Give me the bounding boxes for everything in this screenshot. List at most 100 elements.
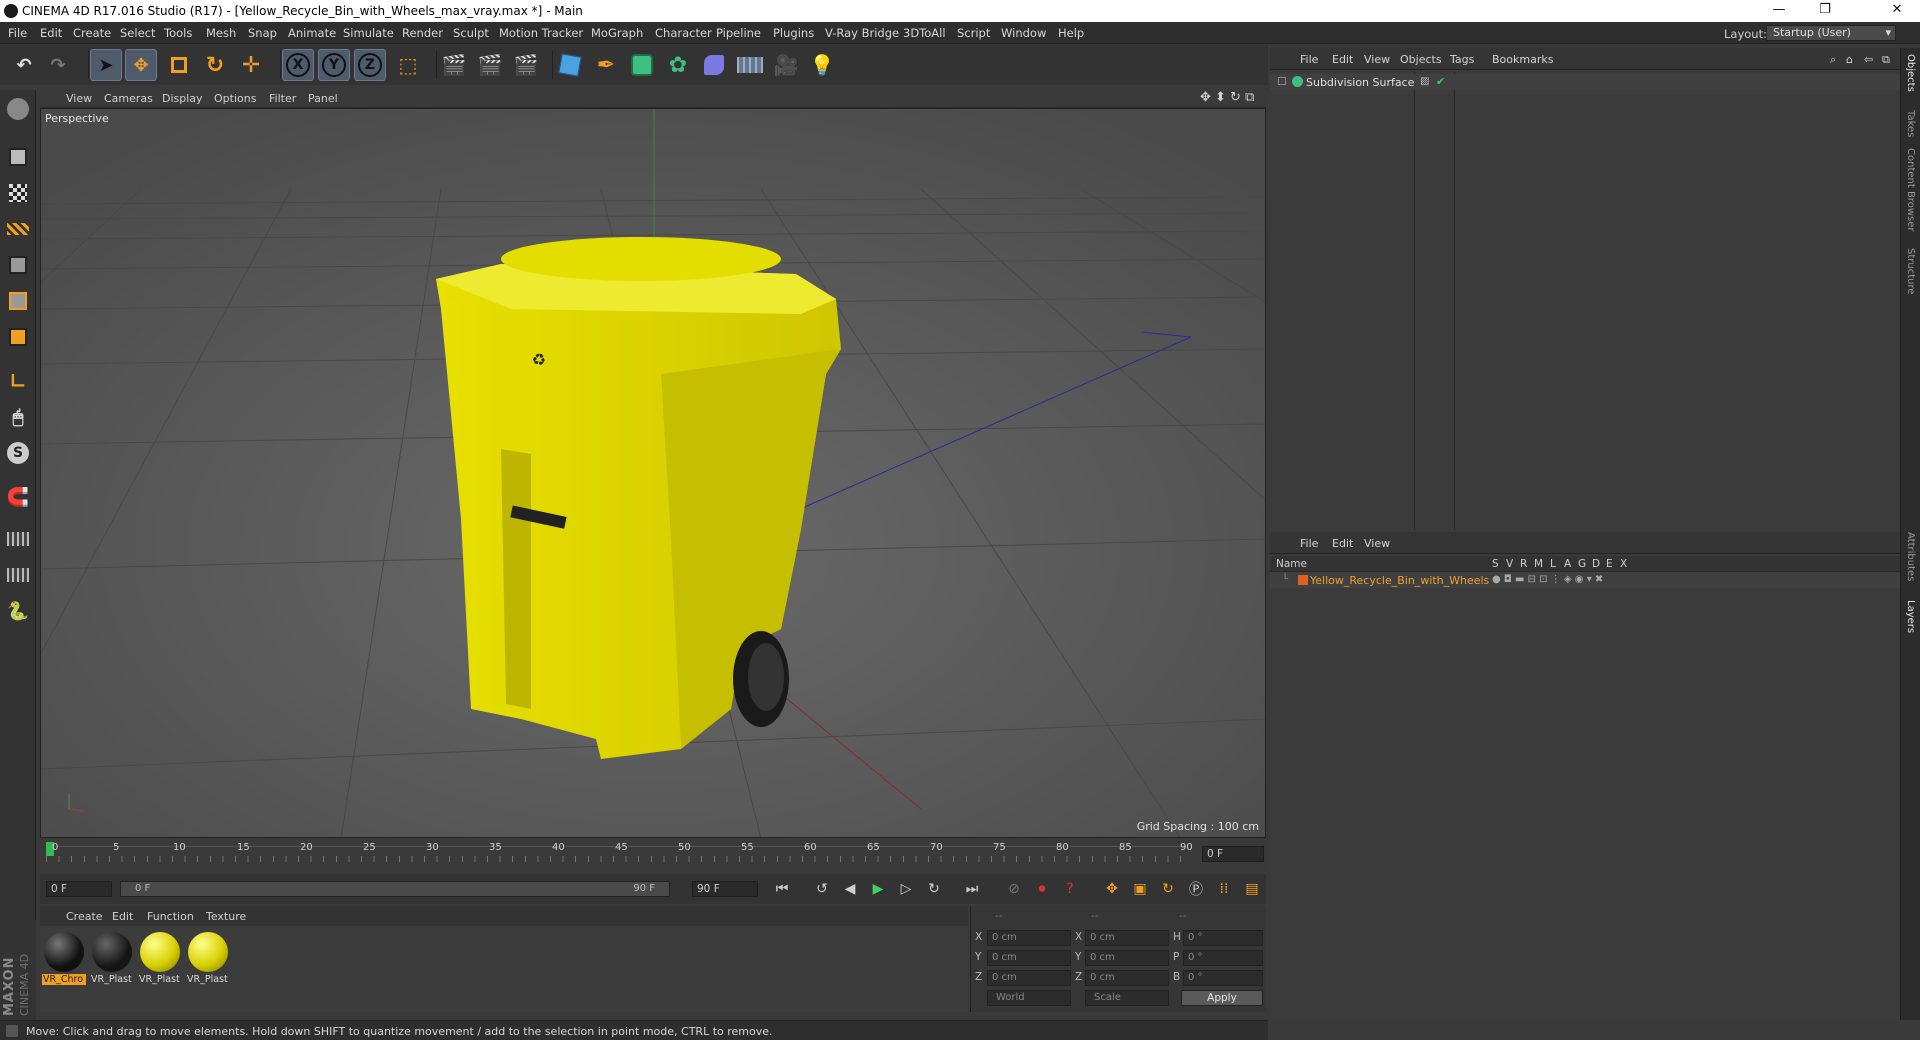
object-row-subdivision-surface[interactable]: Subdivision Surface ▨ ✔ bbox=[1270, 74, 1900, 90]
undo-button[interactable]: ↶ bbox=[8, 49, 40, 81]
viewport-menu-view[interactable]: View bbox=[66, 92, 92, 105]
material-menu-texture[interactable]: Texture bbox=[206, 910, 246, 923]
size-mode-dropdown[interactable]: Scale bbox=[1085, 990, 1169, 1006]
scale-tool-button[interactable] bbox=[163, 49, 195, 81]
menu-mograph[interactable]: MoGraph bbox=[591, 26, 643, 40]
material-menu-edit[interactable]: Edit bbox=[112, 910, 133, 923]
rotation-h-field[interactable]: 0 ° bbox=[1183, 930, 1263, 946]
size-x-field[interactable]: 0 cm bbox=[1085, 930, 1169, 946]
render-view-button[interactable]: 🎬 bbox=[438, 49, 470, 81]
spline-pen-button[interactable]: ✒ bbox=[590, 49, 622, 81]
position-z-field[interactable]: 0 cm bbox=[987, 970, 1071, 986]
side-tab-content-browser[interactable]: Content Browser bbox=[1905, 148, 1916, 231]
object-menu-bookmarks[interactable]: Bookmarks bbox=[1492, 53, 1553, 66]
magnet-button[interactable]: 🧲 bbox=[3, 482, 33, 512]
viewport-nav-icons[interactable]: ✥ ⬍ ↻ ⧉ bbox=[1200, 90, 1254, 105]
object-menu-tags[interactable]: Tags bbox=[1450, 53, 1474, 66]
material-menu-create[interactable]: Create bbox=[66, 910, 103, 923]
side-tab-structure[interactable]: Structure bbox=[1905, 248, 1916, 295]
visibility-toggle-icon[interactable]: ▨ bbox=[1420, 76, 1429, 87]
menu-tools[interactable]: Tools bbox=[164, 26, 192, 40]
z-axis-lock-button[interactable]: Z bbox=[354, 49, 386, 81]
menu-vray-bridge[interactable]: V-Ray Bridge bbox=[825, 26, 899, 40]
menu-file[interactable]: File bbox=[8, 26, 27, 40]
menu-script[interactable]: Script bbox=[957, 26, 990, 40]
rotation-b-field[interactable]: 0 ° bbox=[1183, 970, 1263, 986]
key-position-button[interactable]: ✥ bbox=[1100, 878, 1124, 900]
side-tab-attributes[interactable]: Attributes bbox=[1905, 532, 1916, 581]
rotation-p-field[interactable]: 0 ° bbox=[1183, 950, 1263, 966]
next-key-button[interactable]: ↻ bbox=[922, 878, 946, 900]
make-editable-button[interactable] bbox=[3, 94, 33, 124]
menu-character[interactable]: Character bbox=[655, 26, 712, 40]
camera-object-button[interactable]: 🎥 bbox=[770, 49, 802, 81]
expand-toggle-icon[interactable] bbox=[1278, 77, 1286, 85]
live-selection-button[interactable]: ➤ bbox=[90, 49, 122, 81]
go-to-start-button[interactable]: ⏮ bbox=[770, 878, 794, 900]
layer-menu-edit[interactable]: Edit bbox=[1332, 537, 1353, 550]
rotate-tool-button[interactable]: ↻ bbox=[199, 49, 231, 81]
restore-button[interactable]: ❐ bbox=[1802, 0, 1848, 22]
object-menu-view[interactable]: View bbox=[1364, 53, 1390, 66]
menu-render[interactable]: Render bbox=[402, 26, 443, 40]
play-button[interactable]: ▶ bbox=[866, 878, 890, 900]
redo-button[interactable]: ↷ bbox=[42, 49, 74, 81]
layer-menu-view[interactable]: View bbox=[1364, 537, 1390, 550]
size-z-field[interactable]: 0 cm bbox=[1085, 970, 1169, 986]
position-y-field[interactable]: 0 cm bbox=[987, 950, 1071, 966]
material-swatch[interactable]: VR_Chro bbox=[42, 930, 86, 986]
next-frame-button[interactable]: ▷ bbox=[894, 878, 918, 900]
workplane-mode-button[interactable] bbox=[3, 214, 33, 244]
tweak-mode-button[interactable]: 🖱 bbox=[3, 402, 33, 432]
menu-animate[interactable]: Animate bbox=[288, 26, 336, 40]
expand-icon[interactable]: ⧉ bbox=[1882, 53, 1890, 67]
grid-snap-button[interactable] bbox=[3, 560, 33, 590]
x-axis-lock-button[interactable]: X bbox=[282, 49, 314, 81]
enabled-check-icon[interactable]: ✔ bbox=[1436, 75, 1445, 88]
menu-simulate[interactable]: Simulate bbox=[343, 26, 394, 40]
layer-flags-icons[interactable]: ● ◘ ▬ ⊟ ⊡ ⋮ ◈ ◉ ▾ ✖ bbox=[1492, 574, 1603, 585]
home-icon[interactable]: ⌂ bbox=[1846, 53, 1853, 66]
timeline-ruler[interactable]: 0 5 10 15 20 25 30 35 40 45 50 55 60 65 … bbox=[40, 840, 1266, 874]
autokey-button[interactable]: ? bbox=[1058, 878, 1082, 900]
position-x-field[interactable]: 0 cm bbox=[987, 930, 1071, 946]
timeline-window-button[interactable]: ▤ bbox=[1240, 878, 1264, 900]
edges-mode-button[interactable] bbox=[3, 286, 33, 316]
previous-frame-button[interactable]: ◀ bbox=[838, 878, 862, 900]
key-scale-button[interactable]: ▣ bbox=[1128, 878, 1152, 900]
side-tab-objects[interactable]: Objects bbox=[1905, 54, 1916, 92]
coordinate-system-button[interactable]: ⬚ bbox=[392, 49, 424, 81]
recent-tool-button[interactable]: ✛ bbox=[235, 49, 267, 81]
minimize-button[interactable]: — bbox=[1756, 0, 1802, 22]
end-frame-field[interactable]: 90 F bbox=[692, 881, 758, 897]
object-menu-objects[interactable]: Objects bbox=[1400, 53, 1442, 66]
perspective-viewport[interactable]: ♻ Perspective Grid Spacing : 100 cm bbox=[40, 108, 1266, 838]
menu-window[interactable]: Window bbox=[1001, 26, 1046, 40]
record-button[interactable]: ⏺ bbox=[1030, 878, 1054, 900]
menu-sculpt[interactable]: Sculpt bbox=[453, 26, 489, 40]
material-swatch[interactable]: VR_Plast bbox=[186, 930, 230, 986]
object-menu-edit[interactable]: Edit bbox=[1332, 53, 1353, 66]
layout-select[interactable]: Startup (User) ▾ bbox=[1766, 25, 1896, 41]
render-settings-button[interactable]: 🎬 bbox=[510, 49, 542, 81]
side-tab-takes[interactable]: Takes bbox=[1905, 110, 1916, 137]
points-mode-button[interactable] bbox=[3, 250, 33, 280]
motion-record-button[interactable]: ⊘ bbox=[1002, 878, 1026, 900]
previous-key-button[interactable]: ↺ bbox=[810, 878, 834, 900]
material-swatch[interactable]: VR_Plast bbox=[138, 930, 182, 986]
menu-pipeline[interactable]: Pipeline bbox=[716, 26, 761, 40]
object-menu-file[interactable]: File bbox=[1300, 53, 1318, 66]
side-tab-layers[interactable]: Layers bbox=[1905, 600, 1916, 633]
python-button[interactable]: 🐍 bbox=[3, 596, 33, 626]
material-menu-function[interactable]: Function bbox=[147, 910, 194, 923]
viewport-menu-options[interactable]: Options bbox=[214, 92, 256, 105]
cube-object-button[interactable] bbox=[554, 49, 586, 81]
viewport-menu-panel[interactable]: Panel bbox=[308, 92, 338, 105]
snapping-button[interactable]: S bbox=[3, 438, 33, 468]
menu-mesh[interactable]: Mesh bbox=[206, 26, 236, 40]
coordinate-space-dropdown[interactable]: World bbox=[987, 990, 1071, 1006]
floor-object-button[interactable] bbox=[734, 49, 766, 81]
back-icon[interactable]: ⇦ bbox=[1864, 53, 1873, 66]
key-parameter-button[interactable]: Ⓟ bbox=[1184, 878, 1208, 900]
size-y-field[interactable]: 0 cm bbox=[1085, 950, 1169, 966]
